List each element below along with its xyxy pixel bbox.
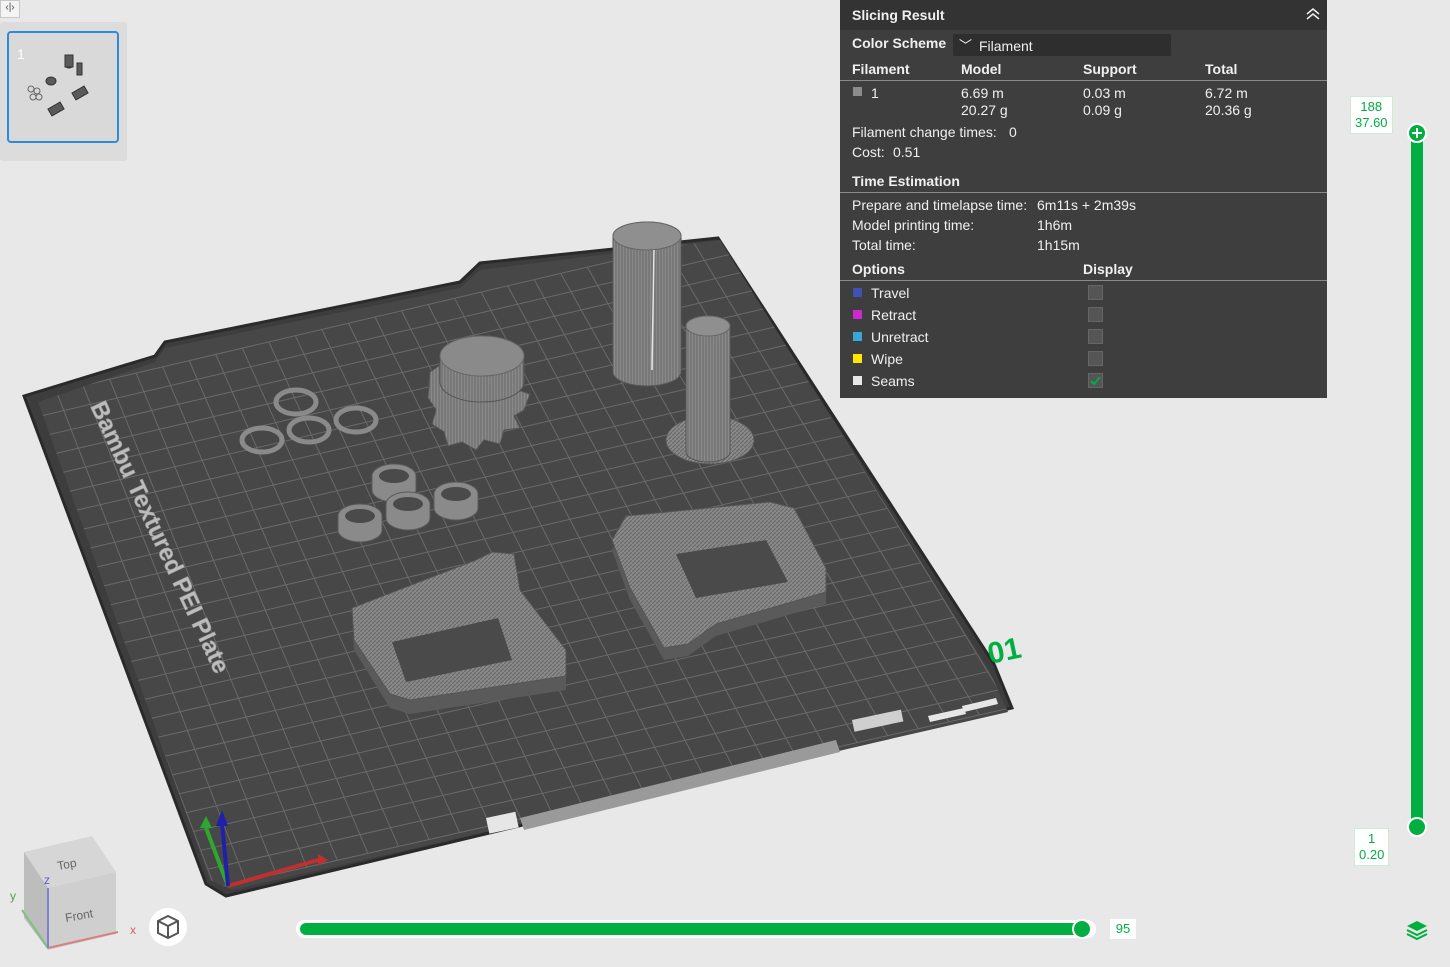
filament-change-value: 0 [1009, 124, 1017, 140]
seams-display-checkbox[interactable] [1088, 373, 1103, 388]
total-length: 6.72 m [1205, 85, 1248, 101]
wipe-display-checkbox[interactable] [1088, 351, 1103, 366]
retract-display-checkbox[interactable] [1088, 307, 1103, 322]
option-unretract-label: Unretract [871, 329, 929, 345]
option-wipe-label: Wipe [871, 351, 903, 367]
reset-view-button[interactable] [149, 908, 187, 946]
slicing-result-panel: Slicing Result Color Scheme ﹀ Filament F… [840, 0, 1327, 398]
seams-swatch [853, 376, 862, 385]
model-length: 6.69 m [961, 85, 1004, 101]
filament-id: 1 [871, 85, 879, 101]
total-time-value: 1h15m [1037, 237, 1080, 253]
layer-slider-track[interactable] [1411, 132, 1423, 828]
prepare-time-label: Prepare and timelapse time: [852, 197, 1028, 213]
chevron-down-icon: ﹀ [959, 38, 973, 53]
move-slider-handle[interactable] [1072, 919, 1092, 939]
header-support: Support [1083, 61, 1137, 77]
model-weight: 20.27 g [961, 102, 1008, 118]
view-cube-z-label: z [44, 873, 50, 887]
bottom-layer-label: 1 0.20 [1354, 828, 1390, 866]
view-cube[interactable]: Top Front x y z [0, 830, 140, 962]
move-slider-fill [300, 923, 1082, 935]
header-model: Model [961, 61, 1002, 77]
bottom-layer-height: 0.20 [1359, 847, 1385, 862]
model-time-label: Model printing time: [852, 217, 975, 233]
bottom-layer-number: 1 [1368, 831, 1376, 846]
support-weight: 0.09 g [1083, 102, 1122, 118]
cube-view-icon [157, 914, 179, 940]
layers-toggle-button[interactable] [1404, 917, 1430, 943]
option-travel-label: Travel [871, 285, 910, 301]
top-layer-label: 188 37.60 [1350, 96, 1393, 134]
filament-change-label: Filament change times: [852, 124, 997, 140]
header-total: Total [1205, 61, 1238, 77]
total-weight: 20.36 g [1205, 102, 1252, 118]
unretract-display-checkbox[interactable] [1088, 329, 1103, 344]
view-cube-y-label: y [10, 889, 16, 903]
top-layer-height: 37.60 [1355, 115, 1388, 130]
cost-value: 0.51 [893, 144, 921, 160]
color-scheme-value: Filament [979, 38, 1033, 54]
travel-swatch [853, 288, 862, 297]
layers-icon [1406, 921, 1428, 941]
time-estimation-title: Time Estimation [852, 173, 960, 189]
checkmark-icon [1090, 376, 1101, 386]
layer-slider-bottom-handle[interactable] [1407, 817, 1427, 837]
panel-title: Slicing Result [852, 7, 945, 23]
prepare-time-value: 6m11s + 2m39s [1037, 197, 1136, 213]
unretract-swatch [853, 332, 862, 341]
top-layer-number: 188 [1360, 99, 1383, 114]
model-tall-cylinder[interactable] [612, 221, 682, 387]
cost-label: Cost: [852, 144, 885, 160]
retract-swatch [853, 310, 862, 319]
total-time-label: Total time: [852, 237, 916, 253]
support-length: 0.03 m [1083, 85, 1126, 101]
view-cube-x-label: x [130, 923, 136, 937]
color-scheme-label: Color Scheme [852, 35, 947, 51]
plate-label: 01 [985, 632, 1025, 671]
plus-icon [1412, 128, 1422, 138]
header-filament: Filament [852, 61, 910, 77]
wipe-swatch [853, 354, 862, 363]
model-time-value: 1h6m [1037, 217, 1073, 233]
filament-swatch [853, 87, 862, 96]
layer-slider-top-handle[interactable] [1407, 123, 1427, 143]
options-header: Options [852, 261, 905, 277]
display-header: Display [1083, 261, 1133, 277]
collapse-panel-icon[interactable] [1306, 6, 1320, 23]
option-retract-label: Retract [871, 307, 917, 323]
move-slider-value: 95 [1110, 919, 1136, 939]
option-seams-label: Seams [871, 373, 915, 389]
color-scheme-dropdown[interactable]: ﹀ Filament [953, 34, 1171, 56]
travel-display-checkbox[interactable] [1088, 285, 1103, 300]
